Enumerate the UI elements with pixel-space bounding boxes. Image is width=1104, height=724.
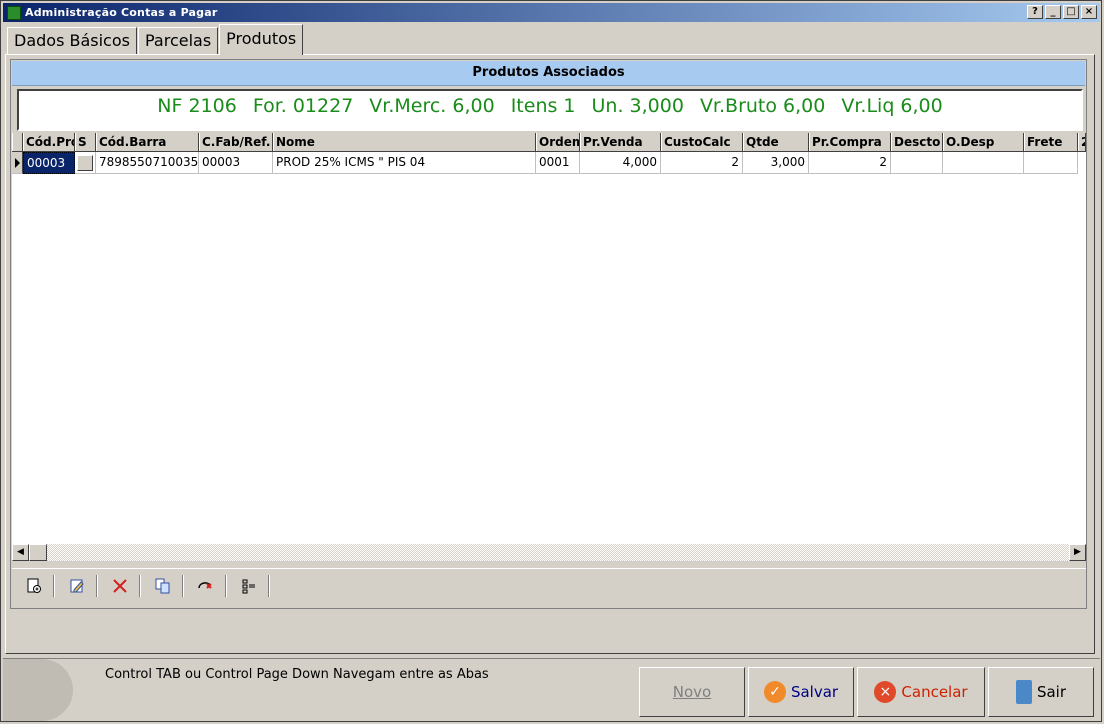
tab-produtos[interactable]: Produtos: [219, 24, 304, 55]
horizontal-scrollbar[interactable]: ◀ ▶: [12, 544, 1086, 561]
main-window: Administração Contas a Pagar ? _ □ × Dad…: [0, 0, 1102, 722]
ellipsis-button[interactable]: [77, 155, 93, 171]
cancelar-label: Cancelar: [901, 683, 968, 701]
cell-qtde[interactable]: 3,000: [743, 152, 809, 174]
sair-label: Sair: [1036, 683, 1067, 701]
cell-nome[interactable]: PROD 25% ICMS " PIS 04: [273, 152, 536, 174]
toolbar-separator: [139, 575, 141, 597]
summary-banner: NF 2106 For. 01227 Vr.Merc. 6,00 Itens 1 Un.…: [17, 89, 1083, 131]
cell-cod-pro[interactable]: 00003: [23, 152, 75, 174]
header-qtde[interactable]: Qtde: [743, 133, 809, 151]
status-bar: Control TAB ou Control Page Down Navegam…: [3, 658, 1100, 721]
header-pr-compra[interactable]: Pr.Compra: [809, 133, 891, 151]
cancel-icon: ×: [874, 681, 897, 703]
novo-label: Novo: [672, 683, 712, 701]
cell-cod-barra[interactable]: 7898550710035: [96, 152, 199, 174]
header-c-fab[interactable]: C.Fab/Ref.: [199, 133, 273, 151]
scroll-left-icon[interactable]: ◀: [12, 544, 29, 561]
table-row[interactable]: 00003 7898550710035 00003 PROD 25% ICMS …: [12, 152, 1078, 174]
novo-button[interactable]: Novo: [639, 667, 745, 717]
cancel-item-icon[interactable]: [196, 576, 216, 596]
cell-descto[interactable]: [891, 152, 943, 174]
summary-vr-bruto: Vr.Bruto 6,00: [699, 95, 826, 117]
tab-dados-basicos[interactable]: Dados Básicos: [7, 27, 137, 55]
toolbar-separator: [96, 575, 98, 597]
summary-vr-liq: Vr.Liq 6,00: [841, 95, 943, 117]
header-descto[interactable]: Descto: [891, 133, 943, 151]
summary-vr-merc: Vr.Merc. 6,00: [369, 95, 495, 117]
cell-c-fab[interactable]: 00003: [199, 152, 273, 174]
products-grid[interactable]: Cód.Pro S Cód.Barra C.Fab/Ref. Nome Orde…: [12, 133, 1086, 548]
tab-parcelas[interactable]: Parcelas: [137, 27, 219, 55]
cell-o-desp[interactable]: [943, 152, 1024, 174]
cancelar-button[interactable]: × Cancelar: [857, 667, 985, 717]
window-controls: ? _ □ ×: [1027, 5, 1097, 19]
cell-s[interactable]: [75, 152, 96, 174]
header-nome[interactable]: Nome: [273, 133, 536, 151]
sair-button[interactable]: Sair: [988, 667, 1094, 717]
status-decoration: [3, 659, 73, 721]
close-button[interactable]: ×: [1081, 5, 1097, 19]
header-cod-pro[interactable]: Cód.Pro: [23, 133, 75, 151]
row-indicator: [12, 152, 23, 174]
edit-icon[interactable]: [67, 576, 87, 596]
door-exit-icon: [1015, 680, 1032, 704]
scroll-right-icon[interactable]: ▶: [1069, 544, 1086, 561]
minimize-button[interactable]: _: [1045, 5, 1061, 19]
toolbar-separator: [53, 575, 55, 597]
toolbar-separator: [182, 575, 184, 597]
delete-icon[interactable]: [110, 576, 130, 596]
navigation-hint: Control TAB ou Control Page Down Navegam…: [105, 667, 489, 682]
cell-frete[interactable]: [1024, 152, 1078, 174]
tab-strip: Dados Básicos Parcelas Produtos: [7, 24, 304, 55]
header-extra[interactable]: 2: [1078, 133, 1086, 151]
header-custo-calc[interactable]: CustoCalc: [661, 133, 743, 151]
maximize-button[interactable]: □: [1063, 5, 1079, 19]
check-icon: ✓: [763, 681, 786, 703]
salvar-label: Salvar: [790, 683, 839, 701]
group-header: Produtos Associados: [12, 61, 1085, 86]
grid-toolbar: [12, 568, 1086, 603]
copy-icon[interactable]: [153, 576, 173, 596]
cell-ordem[interactable]: 0001: [536, 152, 580, 174]
app-icon: [7, 5, 21, 20]
header-s[interactable]: S: [75, 133, 96, 151]
toolbar-separator: [268, 575, 270, 597]
cell-custo-calc[interactable]: 2: [661, 152, 743, 174]
cell-pr-venda[interactable]: 4,000: [580, 152, 661, 174]
title-bar[interactable]: Administração Contas a Pagar ? _ □ ×: [3, 3, 1100, 22]
cell-pr-compra[interactable]: 2: [809, 152, 891, 174]
header-pr-venda[interactable]: Pr.Venda: [580, 133, 661, 151]
salvar-button[interactable]: ✓ Salvar: [748, 667, 854, 717]
header-frete[interactable]: Frete: [1024, 133, 1078, 151]
header-indicator: [12, 133, 23, 151]
help-button[interactable]: ?: [1027, 5, 1043, 19]
header-o-desp[interactable]: O.Desp: [943, 133, 1024, 151]
columns-icon[interactable]: [239, 576, 259, 596]
grid-header: Cód.Pro S Cód.Barra C.Fab/Ref. Nome Orde…: [12, 133, 1086, 152]
window-title: Administração Contas a Pagar: [25, 6, 218, 19]
scroll-thumb[interactable]: [29, 544, 47, 561]
header-ordem[interactable]: Ordem: [536, 133, 580, 151]
summary-itens: Itens 1: [510, 95, 576, 117]
current-row-icon: [14, 157, 20, 168]
summary-un: Un. 3,000: [591, 95, 684, 117]
produtos-group: Produtos Associados NF 2106 For. 01227 Vr.…: [10, 59, 1087, 609]
toolbar-separator: [225, 575, 227, 597]
header-cod-barra[interactable]: Cód.Barra: [96, 133, 199, 151]
summary-nf: NF 2106: [157, 95, 237, 117]
action-buttons: Novo ✓ Salvar × Cancelar Sair: [636, 667, 1094, 717]
new-doc-icon[interactable]: [24, 576, 44, 596]
summary-for: For. 01227: [252, 95, 354, 117]
